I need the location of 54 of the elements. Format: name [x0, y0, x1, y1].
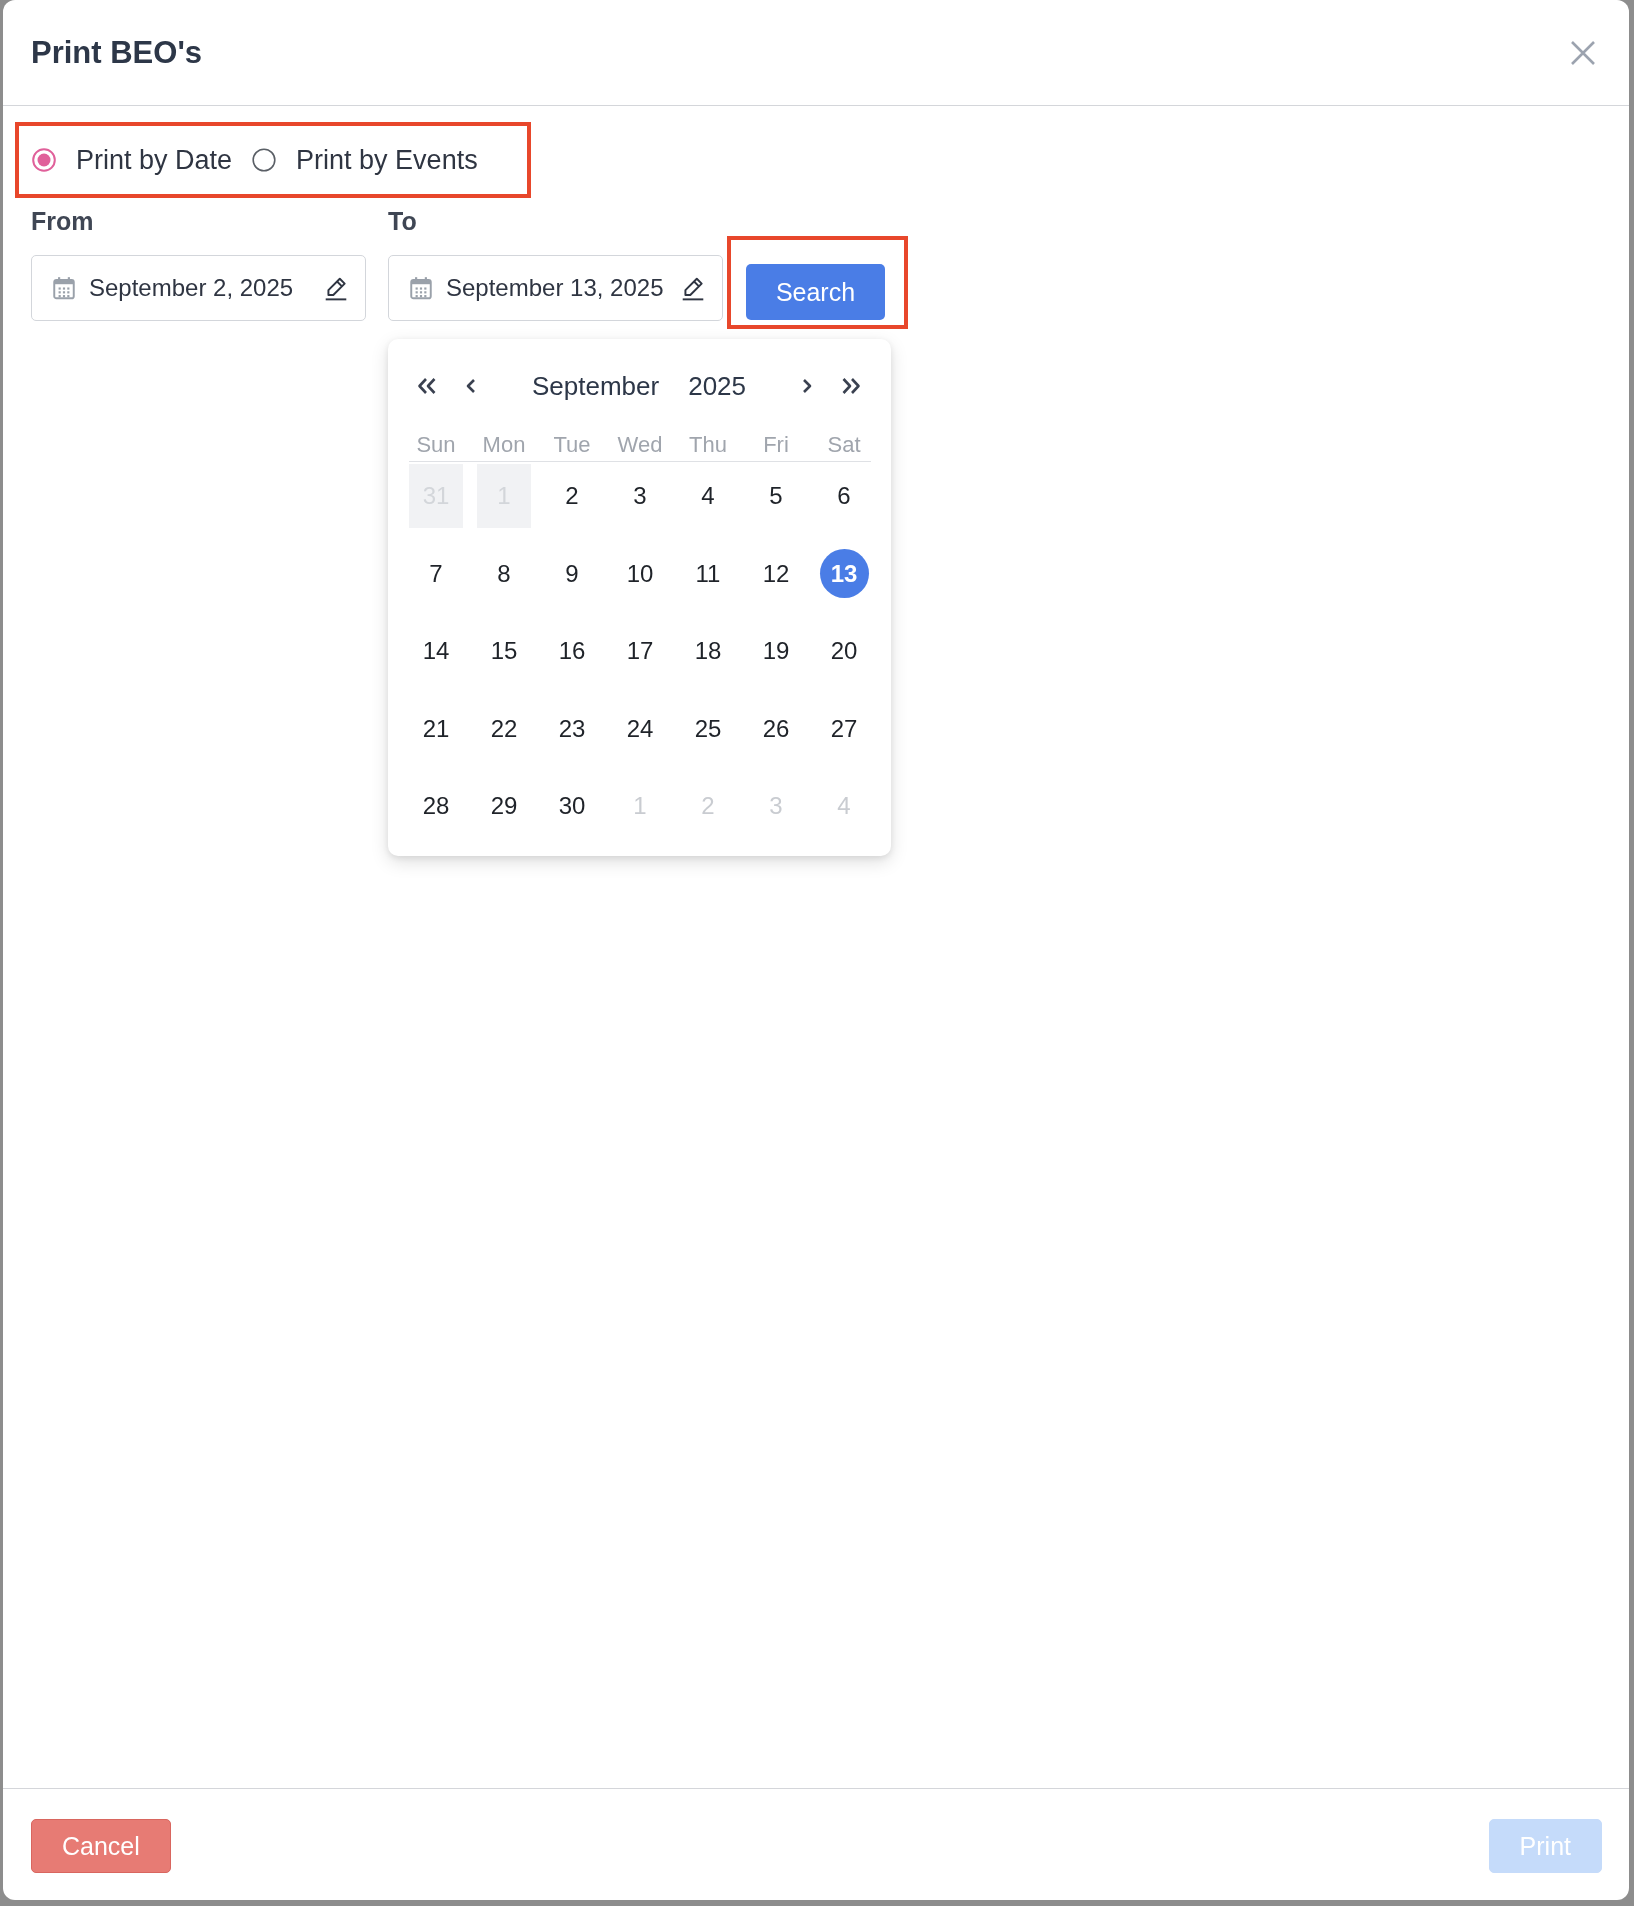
calendar-day[interactable]: 9	[545, 541, 599, 606]
radio-option[interactable]: Print by Date	[32, 144, 233, 176]
radio-option[interactable]: Print by Events	[252, 144, 478, 176]
calendar-day[interactable]: 30	[545, 774, 599, 838]
field-label: To	[388, 206, 418, 236]
weekday-label: Fri	[762, 431, 790, 459]
calendar-day[interactable]: 18	[681, 619, 735, 683]
calendar-day[interactable]: 3	[613, 464, 667, 528]
calendar-day[interactable]: 13	[819, 549, 869, 598]
calendar-day[interactable]: 4	[681, 464, 735, 528]
pencil-icon[interactable]	[323, 275, 349, 301]
calendar-day[interactable]: 15	[477, 619, 531, 683]
pencil-icon[interactable]	[680, 275, 706, 301]
weekday-label: Thu	[688, 431, 728, 459]
calendar-day[interactable]: 21	[409, 696, 463, 761]
calendar-day[interactable]: 24	[613, 696, 667, 761]
calendar-icon	[51, 275, 77, 301]
year-selector[interactable]: 2025	[688, 370, 746, 402]
calendar-day[interactable]: 14	[409, 619, 463, 683]
calendar-day[interactable]: 10	[613, 541, 667, 606]
calendar-day[interactable]: 5	[749, 464, 803, 528]
month-selector[interactable]: September	[532, 370, 660, 402]
weekday-label: Sat	[826, 431, 862, 459]
calendar-day[interactable]: 25	[681, 696, 735, 761]
calendar-day[interactable]: 16	[545, 619, 599, 683]
radio-button[interactable]	[32, 148, 56, 172]
weekday-label: Tue	[552, 431, 592, 459]
calendar-day[interactable]: 23	[545, 696, 599, 761]
calendar-day[interactable]: 20	[817, 619, 871, 683]
calendar-day[interactable]: 11	[681, 541, 735, 606]
calendar-day[interactable]: 7	[409, 541, 463, 606]
calendar-day[interactable]: 17	[613, 619, 667, 683]
calendar-day[interactable]: 8	[477, 541, 531, 606]
double-chevron-left-icon[interactable]	[416, 376, 438, 396]
calendar-day[interactable]: 12	[749, 541, 803, 606]
calendar-day[interactable]: 29	[477, 774, 531, 838]
double-chevron-right-icon[interactable]	[840, 376, 862, 396]
calendar-day[interactable]: 19	[749, 619, 803, 683]
weekday-label: Sun	[415, 431, 457, 459]
weekday-label: Wed	[616, 431, 664, 459]
weekday-label: Mon	[481, 431, 527, 459]
calendar-icon	[408, 275, 434, 301]
calendar-day[interactable]: 26	[749, 696, 803, 761]
search-button[interactable]: Search	[746, 264, 885, 320]
calendar-day[interactable]: 22	[477, 696, 531, 761]
dialog-title: Print BEO's	[31, 34, 202, 71]
calendar-day[interactable]: 28	[409, 774, 463, 838]
date-field[interactable]: September 2, 2025	[31, 255, 366, 321]
radio-button[interactable]	[252, 148, 277, 172]
calendar-day[interactable]: 2	[545, 464, 599, 528]
date-field[interactable]: September 13, 2025	[388, 255, 723, 321]
field-label: From	[31, 206, 95, 236]
calendar-day[interactable]: 6	[817, 464, 871, 528]
calendar-day[interactable]: 27	[817, 696, 871, 761]
